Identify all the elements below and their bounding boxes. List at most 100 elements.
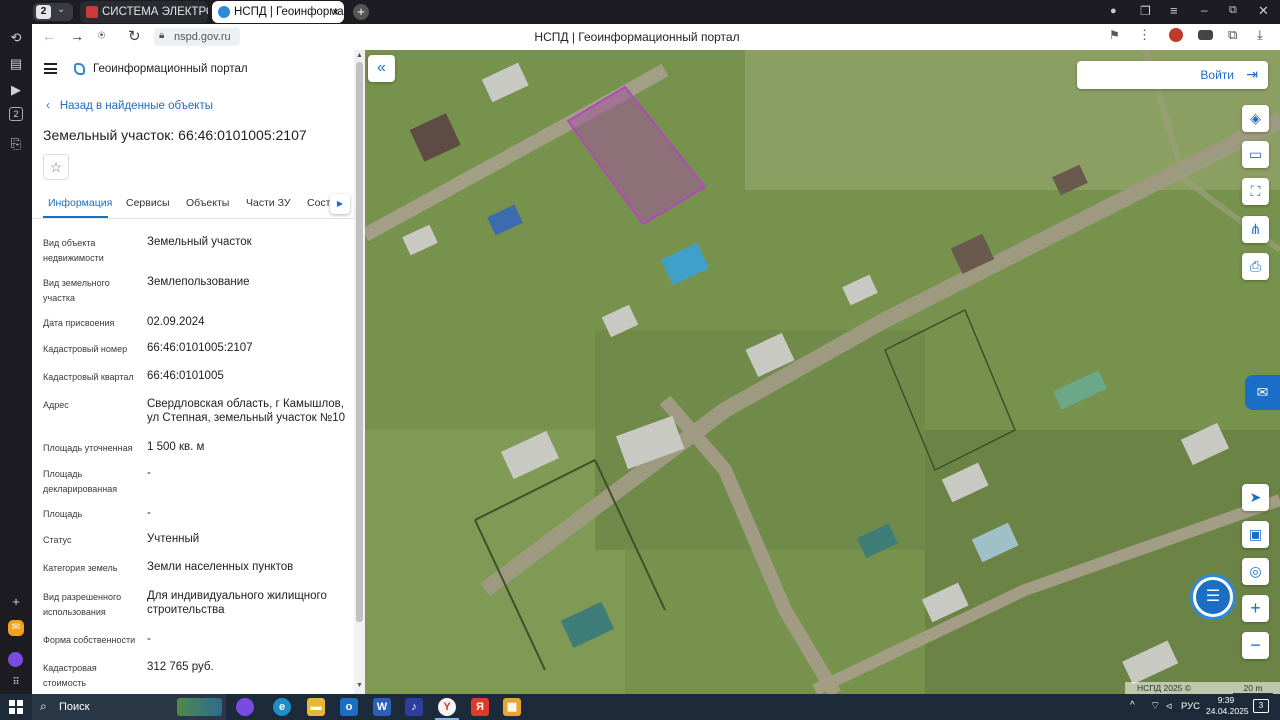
tab-parts[interactable]: Части ЗУ [246,197,291,209]
tab-objects[interactable]: Объекты [186,197,229,209]
back-link[interactable]: ‹ Назад в найденные объекты [46,100,213,112]
prop-value: Свердловская область, г Камышлов, ул Сте… [147,398,346,424]
login-button[interactable]: Войти ⇥ [1077,61,1268,89]
downloads-button-icon[interactable]: ⤓ [1257,27,1263,43]
prop-label: Площадь уточненная [43,443,133,453]
url-field[interactable]: 🔒︎ nspd.gov.ru [154,28,240,46]
prop-label: Категория земель [43,563,118,573]
collections-icon[interactable]: ❐ [1140,4,1151,18]
geolocation-button[interactable]: ◎ [1242,558,1269,585]
yandex-icon[interactable]: Я [471,698,489,716]
extension-icon[interactable] [1169,28,1183,42]
network-icon[interactable]: ⌔ [1150,699,1160,713]
lock-icon: 🔒︎ [159,30,165,41]
portal-title: Геоинформационный портал [93,63,248,75]
select-area-button[interactable]: ⛶ [1242,178,1269,205]
address-bar: ← → ⍟ ↻ 🔒︎ nspd.gov.ru НСПД | Геоинформа… [32,24,1280,50]
tab-information[interactable]: Информация [48,197,112,209]
notifications-icon[interactable]: 3 [1253,699,1269,713]
locate-button[interactable]: ➤ [1242,484,1269,511]
tabs-scroll-right-button[interactable]: ▶ [330,194,350,214]
tab-label: Объекты [186,197,230,209]
yandex-browser-icon[interactable]: Y [438,698,456,716]
explorer-icon[interactable]: ▬ [307,698,325,716]
collapse-panel-button[interactable]: « [368,55,395,82]
prop-value: 312 765 руб. [147,661,214,673]
panel-scrollbar[interactable]: ▲ ▼ [354,50,365,694]
prop-value: 02.09.2024 [147,316,205,328]
tabs-divider [32,218,354,219]
tab-sistema[interactable]: СИСТЕМА ЭЛЕКТРОННО [80,1,208,23]
downloads-icon[interactable]: ⎘ [6,134,26,154]
history-icon[interactable]: ⟲ [6,28,26,48]
back-icon[interactable]: ← [42,28,56,44]
prop-label: Вид земельного участка [43,278,110,303]
prop-label: Адрес [43,400,69,410]
zoom-out-button[interactable]: − [1242,632,1269,659]
volume-icon[interactable]: ◃ [1166,699,1172,712]
notification-count: 3 [1258,701,1264,710]
menu-icon[interactable]: ≡ [1170,3,1178,18]
app-icon[interactable]: ♪ [405,698,423,716]
chevron-left-icon: ‹ [46,100,50,112]
bookmarks-icon[interactable]: ▤ [6,54,26,74]
tab-nspd[interactable]: НСПД | Геоинформаци × [212,1,344,23]
share-button[interactable]: ⋔ [1242,216,1269,243]
tray-chevron-icon[interactable]: ^ [1130,700,1135,711]
ruler-button[interactable]: ▭ [1242,141,1269,168]
alice-icon[interactable] [8,652,23,667]
close-window-icon[interactable]: ✕ [1258,3,1269,19]
scroll-up-icon[interactable]: ▲ [356,52,363,59]
restore-icon[interactable]: ⧉ [1229,4,1237,17]
prop-label: Вид объекта недвижимости [43,238,104,263]
new-tab-button[interactable]: + [353,4,369,20]
scroll-down-icon[interactable]: ▼ [356,682,363,689]
layers-button[interactable]: ◈ [1242,105,1269,132]
prop-value: Земельный участок [147,236,252,248]
language-indicator[interactable]: РУС [1181,701,1200,712]
close-tab-icon[interactable]: × [332,1,339,23]
extension-2-icon[interactable] [1198,30,1213,40]
nspd-favicon-icon [218,6,230,18]
clock[interactable]: 9:39 24.04.2025 [1206,695,1249,717]
chevron-down-icon: ⌄ [57,4,66,15]
tab-counter[interactable]: 2 ⌄ [33,3,73,21]
tabs-icon[interactable]: 2 [9,107,23,121]
calculator-icon[interactable]: ▦ [503,698,521,716]
start-icon[interactable] [9,700,23,714]
favorite-button[interactable]: ☆ [43,154,69,180]
clock-time: 9:39 [1217,695,1235,705]
chat-bubble-button[interactable]: ☰ [1193,577,1233,617]
forward-icon[interactable]: → [70,28,84,44]
zoom-in-button[interactable]: + [1242,595,1269,622]
extension-3-icon[interactable]: ⧉ [1228,27,1237,43]
word-icon[interactable]: W [373,698,391,716]
minimize-icon[interactable]: – [1201,3,1208,17]
taskbar-search[interactable]: ⌕ Поиск [32,694,226,720]
prop-value: Для индивидуального жилищного строительс… [147,590,327,616]
play-icon[interactable]: ▶ [6,80,26,100]
alice-taskbar-icon[interactable] [236,698,254,716]
protect-shield-icon[interactable]: ⍟ [98,28,105,43]
help-chat-icon[interactable]: ✉ [1245,375,1280,410]
tab-services[interactable]: Сервисы [126,197,170,209]
tab-label: НСПД | Геоинформаци [234,6,344,18]
satellite-map[interactable]: « Войти ⇥ ◈ ▭ ⛶ ⋔ ⎙ ✉ ➤ ▣ ◎ ☰ + − НСПД 2… [365,50,1280,694]
add-icon[interactable]: + [6,592,26,612]
more-icon[interactable]: ⋮ [1138,27,1151,43]
hamburger-menu-icon[interactable] [44,63,57,74]
login-label: Войти [1200,68,1234,82]
reload-icon[interactable]: ↻ [128,27,141,45]
grid-icon[interactable]: ⠿ [6,673,26,693]
scrollbar-thumb[interactable] [356,62,363,622]
outlook-icon[interactable]: o [340,698,358,716]
bookmark-icon[interactable]: ⚑ [1109,28,1120,42]
portal-logo-icon [74,63,85,75]
prop-label: Площадь декларированная [43,469,118,494]
print-button[interactable]: ⎙ [1242,253,1269,280]
prop-value: - [147,507,151,519]
protect-icon[interactable]: ● [1110,5,1117,17]
edge-icon[interactable]: e [273,698,291,716]
minimap-button[interactable]: ▣ [1242,521,1269,548]
mail-app-icon[interactable]: ✉ [8,620,24,636]
